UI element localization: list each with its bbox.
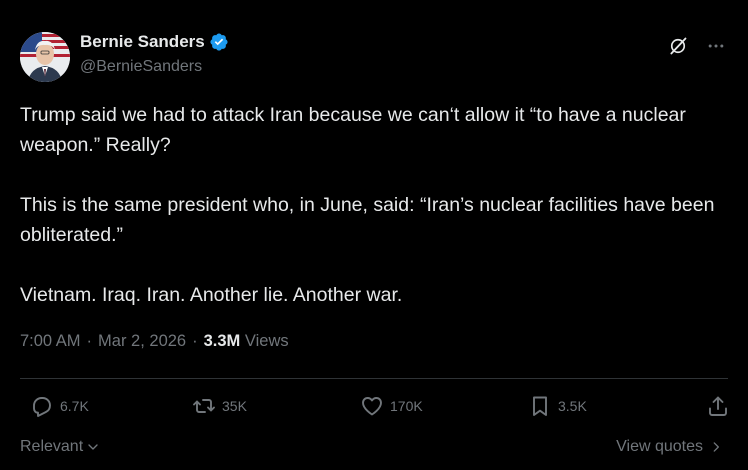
grok-icon[interactable] xyxy=(668,36,688,56)
views-label: Views xyxy=(244,332,289,350)
tweet-time[interactable]: 7:00 AM xyxy=(20,332,81,351)
repost-count: 35K xyxy=(222,398,247,414)
verified-badge-icon xyxy=(209,32,229,52)
meta-separator: · xyxy=(86,332,93,350)
share-icon xyxy=(709,396,727,416)
sort-label: Relevant xyxy=(20,438,84,455)
reply-button[interactable]: 6.7K xyxy=(30,394,89,418)
tweet-paragraph: Trump said we had to attack Iran because… xyxy=(20,104,686,156)
share-button[interactable] xyxy=(706,394,730,418)
more-icon[interactable] xyxy=(706,36,726,56)
tweet-paragraph: Vietnam. Iraq. Iran. Another lie. Anothe… xyxy=(20,284,403,306)
avatar-image xyxy=(20,32,70,82)
action-bar: 6.7K 35K 170K 3.5K xyxy=(20,394,728,424)
bookmark-icon xyxy=(533,396,547,416)
divider xyxy=(20,378,728,379)
sort-dropdown[interactable]: Relevant xyxy=(20,438,101,456)
view-quotes-link[interactable]: View quotes xyxy=(616,438,723,456)
repost-icon xyxy=(193,399,215,413)
like-count: 170K xyxy=(390,398,423,414)
tweet-text: Trump said we had to attack Iran because… xyxy=(20,100,720,310)
bookmark-count: 3.5K xyxy=(558,398,587,414)
tweet-paragraph: This is the same president who, in June,… xyxy=(20,194,715,246)
bookmark-button[interactable]: 3.5K xyxy=(528,394,587,418)
tweet-meta: 7:00 AM · Mar 2, 2026 · 3.3M Views xyxy=(20,332,289,351)
views-count: 3.3M xyxy=(203,332,241,350)
tweet-date[interactable]: Mar 2, 2026 xyxy=(98,332,186,351)
author-names: Bernie Sanders @BernieSanders xyxy=(80,32,229,76)
handle[interactable]: @BernieSanders xyxy=(80,58,229,76)
meta-separator: · xyxy=(192,332,198,350)
display-name[interactable]: Bernie Sanders xyxy=(80,32,205,52)
avatar[interactable] xyxy=(20,32,70,82)
top-actions xyxy=(668,36,726,56)
chevron-down-icon xyxy=(88,444,98,450)
chevron-right-icon xyxy=(713,442,719,452)
repost-button[interactable]: 35K xyxy=(192,394,247,418)
like-icon xyxy=(362,397,382,416)
reply-count: 6.7K xyxy=(60,398,89,414)
tweet-header: Bernie Sanders @BernieSanders xyxy=(20,30,728,82)
like-button[interactable]: 170K xyxy=(360,394,423,418)
reply-icon xyxy=(33,397,51,417)
view-quotes-label: View quotes xyxy=(616,438,703,455)
